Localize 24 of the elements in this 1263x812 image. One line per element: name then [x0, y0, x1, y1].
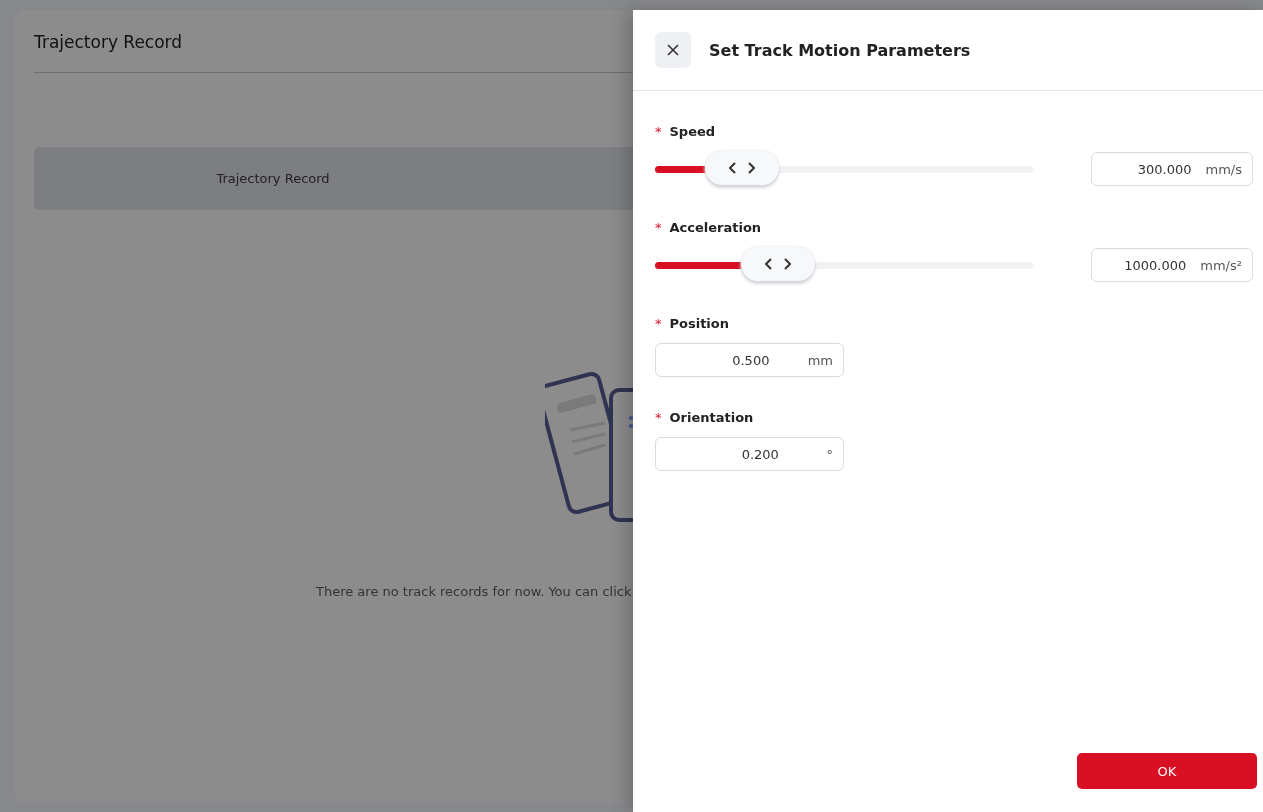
ok-button[interactable]: OK — [1077, 753, 1257, 789]
column-header: Trajectory Record — [215, 170, 331, 188]
field-label: Acceleration — [669, 219, 762, 235]
chevrons-icon — [764, 258, 791, 270]
number-input-field[interactable]: 0.500 mm — [655, 343, 844, 377]
number-input-field[interactable]: 300.000 mm/s — [1091, 152, 1253, 186]
close-icon — [667, 44, 679, 56]
slider[interactable] — [655, 150, 1033, 188]
number-input-field[interactable]: 1000.000 mm/s² — [1091, 248, 1253, 282]
required-mark: * — [655, 315, 662, 331]
slider[interactable] — [655, 246, 1033, 284]
close-button[interactable] — [655, 32, 691, 68]
field-label: Orientation — [669, 409, 754, 425]
required-mark: * — [655, 123, 662, 139]
chevrons-icon — [728, 162, 755, 174]
empty-message: There are no track records for now. You can click — [316, 584, 633, 599]
slider-handle[interactable] — [740, 247, 815, 281]
drawer-title: Set Track Motion Parameters — [709, 40, 971, 60]
number-input-field[interactable]: 0.200 ° — [655, 437, 844, 471]
required-mark: * — [655, 219, 662, 235]
field-label: Position — [669, 315, 729, 331]
field-label: Speed — [669, 123, 716, 139]
slider-handle[interactable] — [704, 151, 779, 185]
required-mark: * — [655, 409, 662, 425]
